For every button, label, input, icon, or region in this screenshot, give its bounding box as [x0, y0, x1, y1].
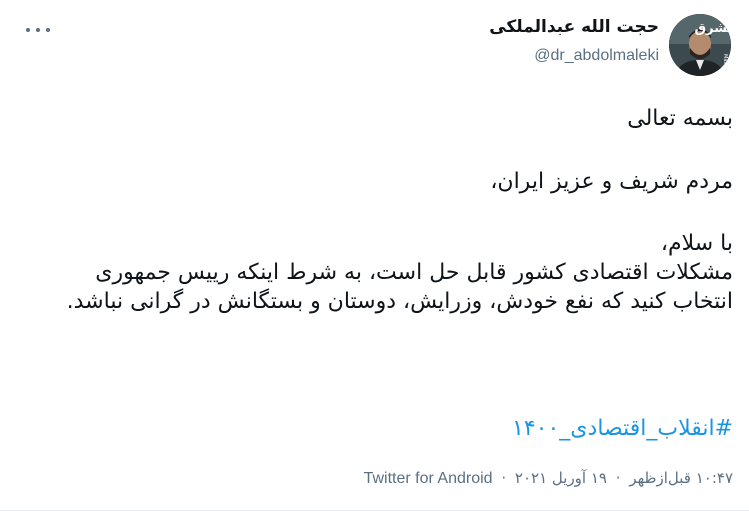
dot	[46, 28, 50, 32]
dot	[36, 28, 40, 32]
tweet-meta: ۱۰:۴۷ قبل‌ازظهر · ۱۹ آوریل ۲۰۲۱ · Twitte…	[364, 467, 733, 490]
svg-text:مشرق: مشرق	[695, 21, 732, 36]
avatar[interactable]: مشرق Mashreghnews.ir	[669, 14, 731, 76]
author-names: حجت الله عبدالملکی @dr_abdolmaleki	[489, 16, 659, 66]
separator: ·	[615, 469, 621, 487]
tweet-line: مشکلات اقتصادی کشور قابل حل است، به شرط …	[66, 260, 733, 314]
tweet-header: مشرق Mashreghnews.ir حجت الله عبدالملکی …	[489, 12, 731, 76]
separator: ·	[501, 469, 507, 487]
tweet-line: بسمه تعالی	[627, 106, 733, 131]
tweet-text: بسمه تعالی مردم شریف و عزیز ایران، با سل…	[43, 104, 733, 316]
author-handle[interactable]: @dr_abdolmaleki	[534, 46, 659, 66]
more-options-icon[interactable]	[26, 22, 50, 38]
hashtag-link[interactable]: #انقلاب_اقتصادی_۱۴۰۰	[512, 414, 733, 444]
tweet-source[interactable]: Twitter for Android	[364, 470, 493, 487]
author-display-name[interactable]: حجت الله عبدالملکی	[489, 16, 659, 38]
tweet-line: مردم شریف و عزیز ایران،	[490, 169, 733, 194]
tweet-date[interactable]: ۱۹ آوریل ۲۰۲۱	[515, 469, 607, 487]
avatar-image: مشرق Mashreghnews.ir	[669, 14, 731, 76]
tweet-card: مشرق Mashreghnews.ir حجت الله عبدالملکی …	[0, 0, 749, 511]
tweet-time[interactable]: ۱۰:۴۷ قبل‌ازظهر	[629, 469, 733, 487]
tweet-line: با سلام،	[660, 231, 733, 256]
svg-text:Mashreghnews.ir: Mashreghnews.ir	[722, 54, 728, 76]
dot	[26, 28, 30, 32]
